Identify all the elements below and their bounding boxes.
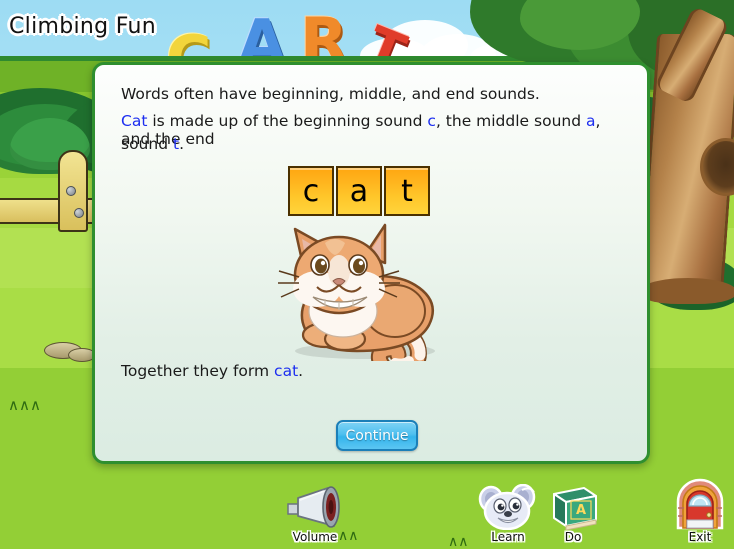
word-cat-result: cat (274, 362, 299, 380)
book-icon: A (546, 484, 600, 531)
do-button[interactable]: A Do (546, 484, 600, 544)
letter-tile-row: c a t (288, 166, 432, 216)
letter-tile-c[interactable]: c (288, 166, 334, 216)
continue-button[interactable]: Continue (336, 420, 418, 451)
text-fragment: is made up of the beginning sound (147, 112, 428, 130)
text-fragment: sound (121, 135, 173, 153)
cat-illustration (273, 219, 445, 380)
sound-c-highlight: c (427, 112, 436, 130)
letter-tile-t[interactable]: t (384, 166, 430, 216)
text-fragment: . (179, 135, 184, 153)
instruction-line-1: Words often have beginning, middle, and … (121, 85, 540, 103)
text-fragment: , the middle sound (435, 112, 586, 130)
exit-button[interactable]: Exit (672, 478, 728, 544)
learn-button[interactable]: Learn (478, 483, 538, 544)
volume-button[interactable]: Volume (282, 486, 348, 544)
page-title: Climbing Fun (9, 14, 156, 39)
letter-tile-a[interactable]: a (336, 166, 382, 216)
tree-root (640, 278, 734, 304)
learn-label: Learn (491, 530, 525, 544)
lesson-dialog: Words often have beginning, middle, and … (92, 62, 650, 464)
text-fragment: Together they form (121, 362, 275, 380)
volume-label: Volume (292, 530, 338, 544)
grass-doodle: ∧∧ (448, 534, 469, 549)
text-fragment: . (298, 362, 304, 380)
grass-doodle: ∧∧∧ (8, 396, 41, 414)
gate-hinge (74, 208, 84, 218)
do-label: Do (564, 530, 582, 544)
game-screen: C A R T ∧∧∧ ∧∧ ∧∧ Climbing F (0, 0, 734, 549)
instruction-line-4: Together they form cat. (121, 362, 303, 380)
instruction-line-3: sound t. (121, 135, 184, 153)
exit-label: Exit (688, 530, 712, 544)
book-cover-letter: A (576, 503, 586, 518)
mouse-character-icon (478, 483, 538, 531)
door-icon (672, 478, 728, 530)
gate-hinge (66, 186, 76, 196)
word-cat-highlight: Cat (121, 112, 148, 130)
instruction-line-2: Cat is made up of the beginning sound c,… (121, 112, 627, 148)
megaphone-icon (282, 486, 348, 530)
